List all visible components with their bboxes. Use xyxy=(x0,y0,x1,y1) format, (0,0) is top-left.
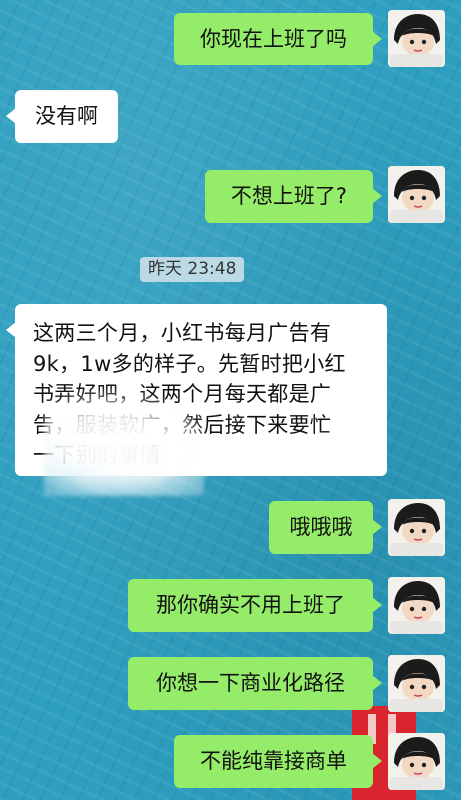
girl-avatar-icon[interactable] xyxy=(388,733,445,790)
message-bubble-outgoing[interactable]: 你现在上班了吗 xyxy=(174,13,382,65)
message-text-line: 这两三个月，小红书每月广告有 xyxy=(33,321,332,345)
message-bubble-outgoing[interactable]: 不想上班了? xyxy=(205,170,382,223)
message-text-line: 书弄好吧，这两个月每天都是广 xyxy=(33,382,332,406)
message-text-line: 一下别的事情 xyxy=(33,443,161,467)
message-bubble-outgoing[interactable]: 那你确实不用上班了 xyxy=(128,579,382,632)
girl-avatar-icon[interactable] xyxy=(388,577,445,634)
girl-avatar-icon[interactable] xyxy=(388,10,445,67)
message-bubble-incoming[interactable]: 这两三个月，小红书每月广告有 9k，1w多的样子。先暂时把小红 书弄好吧，这两个… xyxy=(6,304,387,476)
message-text: 哦哦哦 xyxy=(289,515,353,539)
girl-avatar-icon[interactable] xyxy=(388,166,445,223)
message-text: 不能纯靠接商单 xyxy=(200,749,347,773)
message-bubble-outgoing[interactable]: 哦哦哦 xyxy=(269,501,382,554)
message-bubble-outgoing[interactable]: 不能纯靠接商单 xyxy=(174,735,382,788)
girl-avatar-icon[interactable] xyxy=(388,499,445,556)
message-text-line: 9k，1w多的样子。先暂时把小红 xyxy=(33,351,346,376)
message-text: 你想一下商业化路径 xyxy=(156,671,345,695)
message-text: 没有啊 xyxy=(35,104,98,128)
message-text: 那你确实不用上班了 xyxy=(156,593,345,617)
girl-avatar-icon[interactable] xyxy=(388,655,445,712)
message-bubble-outgoing[interactable]: 你想一下商业化路径 xyxy=(128,657,382,710)
message-text-line: 告，服装软广，然后接下来要忙 xyxy=(33,412,332,437)
message-text: 你现在上班了吗 xyxy=(200,27,347,51)
message-text: 不想上班了? xyxy=(230,184,348,208)
timestamp-label: 昨天 23:48 xyxy=(140,257,245,282)
message-bubble-incoming[interactable]: 没有啊 xyxy=(6,90,118,143)
